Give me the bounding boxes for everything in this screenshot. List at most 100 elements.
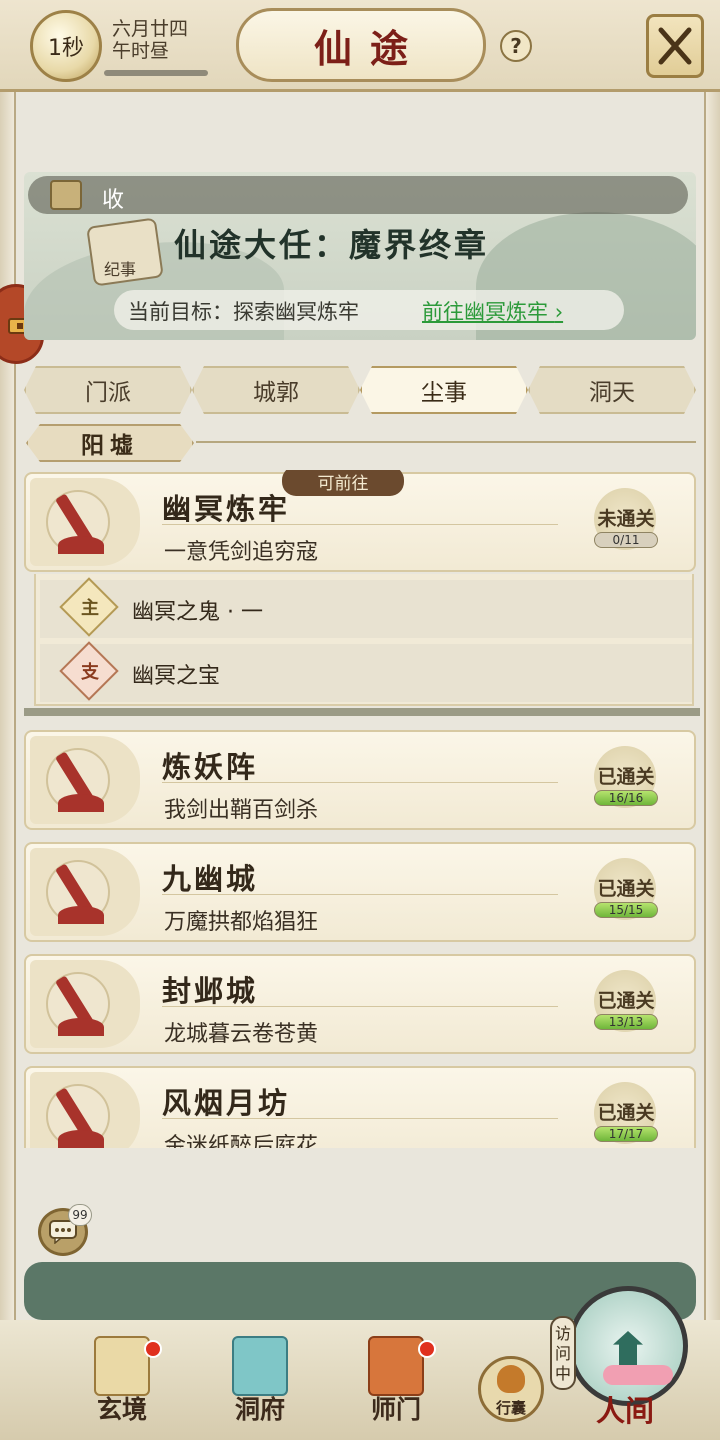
stage-status-badge: 已通关 17/17 bbox=[586, 1082, 666, 1148]
stage-emblem bbox=[30, 848, 140, 936]
section-divider bbox=[196, 441, 696, 443]
section-title: 阳墟 bbox=[26, 424, 194, 462]
pagoda-icon bbox=[613, 1331, 643, 1365]
dock-label: 玄境 bbox=[96, 1395, 147, 1424]
stage-name: 封邺城 bbox=[162, 974, 259, 1008]
hill-icon bbox=[58, 794, 104, 812]
help-button[interactable]: ? bbox=[500, 30, 532, 62]
sub-quest-row[interactable]: 主 幽冥之鬼 · 一 bbox=[40, 577, 692, 638]
stage-status-badge: 已通关 15/15 bbox=[586, 858, 666, 928]
progress-bar: 17/17 bbox=[594, 1126, 658, 1142]
banner-flag-icon bbox=[368, 1336, 424, 1396]
stage-card[interactable]: 幽冥炼牢 一意凭剑追穷寇 可前往 未通关 0/11 bbox=[24, 470, 696, 572]
dock-sect[interactable]: 师门 bbox=[346, 1336, 446, 1426]
quest-banner[interactable]: 收 纪事 仙途大任：魔界终章 当前目标：探索幽冥炼牢 前往幽冥炼牢 › bbox=[24, 172, 696, 340]
date-line-2: 午时昼 bbox=[112, 40, 170, 62]
scroll-map-icon bbox=[94, 1336, 150, 1396]
notification-dot bbox=[144, 1340, 162, 1358]
progress-bar: 0/11 bbox=[594, 532, 658, 548]
banner-tag-label: 收 bbox=[102, 188, 125, 213]
main-quest-icon-label: 主 bbox=[81, 598, 99, 619]
close-button[interactable] bbox=[646, 14, 704, 78]
stage-emblem bbox=[30, 478, 140, 566]
chat-count-badge: 99 bbox=[68, 1204, 92, 1226]
notification-dot bbox=[418, 1340, 436, 1358]
sub-quest-row[interactable]: 支 幽冥之宝 bbox=[40, 641, 692, 702]
lantern-icon bbox=[232, 1336, 288, 1396]
dock-cave[interactable]: 洞府 bbox=[210, 1336, 310, 1426]
sub-quest-panel: 主 幽冥之鬼 · 一 支 幽冥之宝 bbox=[34, 574, 694, 706]
bag-icon bbox=[497, 1365, 525, 1393]
tab-worldly[interactable]: 尘事 bbox=[360, 366, 528, 414]
stage-card[interactable]: 炼妖阵 我剑出鞘百剑杀 已通关 16/16 bbox=[24, 730, 696, 830]
frame-left bbox=[0, 80, 16, 1380]
stage-card[interactable]: 风烟月坊 金迷纸醉后庭花 已通关 17/17 bbox=[24, 1066, 696, 1148]
page-title: 仙途 bbox=[313, 25, 426, 71]
card-divider bbox=[162, 1006, 558, 1007]
hill-icon bbox=[58, 1130, 104, 1148]
goal-link[interactable]: 前往幽冥炼牢 › bbox=[422, 296, 563, 326]
stage-status-badge: 未通关 0/11 bbox=[586, 488, 666, 558]
bag-label: 行囊 bbox=[495, 1399, 526, 1417]
game-date: 六月廿四 午时昼 bbox=[112, 18, 188, 62]
date-line-1: 六月廿四 bbox=[112, 18, 189, 40]
stage-status-badge: 已通关 13/13 bbox=[586, 970, 666, 1040]
progress-bar: 16/16 bbox=[594, 790, 658, 806]
sub-quest-label: 幽冥之宝 bbox=[132, 664, 221, 689]
status-label: 已通关 bbox=[597, 766, 655, 788]
flowers-decoration bbox=[603, 1365, 673, 1385]
timer-badge[interactable]: 1秒 bbox=[30, 10, 102, 82]
stage-list[interactable]: 幽冥炼牢 一意凭剑追穷寇 可前往 未通关 0/11 主 幽冥之鬼 · 一 支 幽… bbox=[24, 470, 700, 1148]
sub-quest-label: 幽冥之鬼 · 一 bbox=[132, 600, 263, 625]
dock-label: 师门 bbox=[370, 1395, 421, 1424]
progress-bar: 13/13 bbox=[594, 1014, 658, 1030]
stage-name: 九幽城 bbox=[162, 862, 259, 896]
reachable-tag: 可前往 bbox=[282, 470, 404, 496]
date-underline bbox=[104, 70, 208, 76]
status-label: 已通关 bbox=[597, 1102, 655, 1124]
stage-subtitle: 龙城暮云卷苍黄 bbox=[164, 1022, 319, 1047]
side-quest-icon-label: 支 bbox=[81, 662, 99, 683]
hill-icon bbox=[58, 536, 104, 554]
dock-realm[interactable]: 玄境 bbox=[72, 1336, 172, 1426]
stage-name: 幽冥炼牢 bbox=[162, 492, 291, 526]
card-divider bbox=[162, 1118, 558, 1119]
tab-city[interactable]: 城郭 bbox=[192, 366, 360, 414]
hill-icon bbox=[58, 906, 104, 924]
card-divider bbox=[162, 782, 558, 783]
stage-name: 风烟月坊 bbox=[162, 1086, 291, 1120]
card-divider bbox=[162, 524, 558, 525]
stage-emblem bbox=[30, 736, 140, 824]
tab-grotto[interactable]: 洞天 bbox=[528, 366, 696, 414]
stage-card[interactable]: 封邺城 龙城暮云卷苍黄 已通关 13/13 bbox=[24, 954, 696, 1054]
goal-text: 当前目标：探索幽冥炼牢 bbox=[128, 300, 359, 324]
status-label: 已通关 bbox=[597, 990, 655, 1012]
goal-link-text: 前往幽冥炼牢 bbox=[422, 300, 548, 324]
top-bar: 1秒 六月廿四 午时昼 仙途 ? bbox=[0, 0, 720, 92]
visiting-tag: 访问中 bbox=[550, 1316, 576, 1390]
bag-button[interactable]: 行囊 bbox=[478, 1356, 544, 1422]
tab-sect[interactable]: 门派 bbox=[24, 366, 192, 414]
stage-emblem bbox=[30, 1072, 140, 1148]
status-label: 已通关 bbox=[597, 878, 655, 900]
stage-emblem bbox=[30, 960, 140, 1048]
stage-subtitle: 我剑出鞘百剑杀 bbox=[164, 798, 319, 823]
stage-status-badge: 已通关 16/16 bbox=[586, 746, 666, 816]
scroll-label: 纪事 bbox=[104, 260, 137, 279]
quest-title: 仙途大任：魔界终章 bbox=[174, 226, 490, 264]
status-label: 未通关 bbox=[597, 508, 655, 530]
page-title-plate: 仙途 bbox=[236, 8, 486, 82]
stage-subtitle: 一意凭剑追穷寇 bbox=[164, 540, 319, 565]
progress-bar: 15/15 bbox=[594, 902, 658, 918]
stage-subtitle: 万魔拱都焰猖狂 bbox=[164, 910, 319, 935]
hill-icon bbox=[58, 1018, 104, 1036]
stage-card[interactable]: 九幽城 万魔拱都焰猖狂 已通关 15/15 bbox=[24, 842, 696, 942]
frame-right bbox=[704, 80, 720, 1380]
category-tabs: 门派 城郭 尘事 洞天 bbox=[24, 366, 696, 414]
world-label: 人间 bbox=[595, 1394, 654, 1428]
banner-tag-bar: 收 bbox=[28, 176, 688, 214]
chevron-right-icon: › bbox=[554, 300, 564, 324]
lock-icon bbox=[50, 180, 82, 210]
stage-subtitle: 金迷纸醉后庭花 bbox=[164, 1134, 319, 1148]
close-icon bbox=[658, 27, 692, 65]
